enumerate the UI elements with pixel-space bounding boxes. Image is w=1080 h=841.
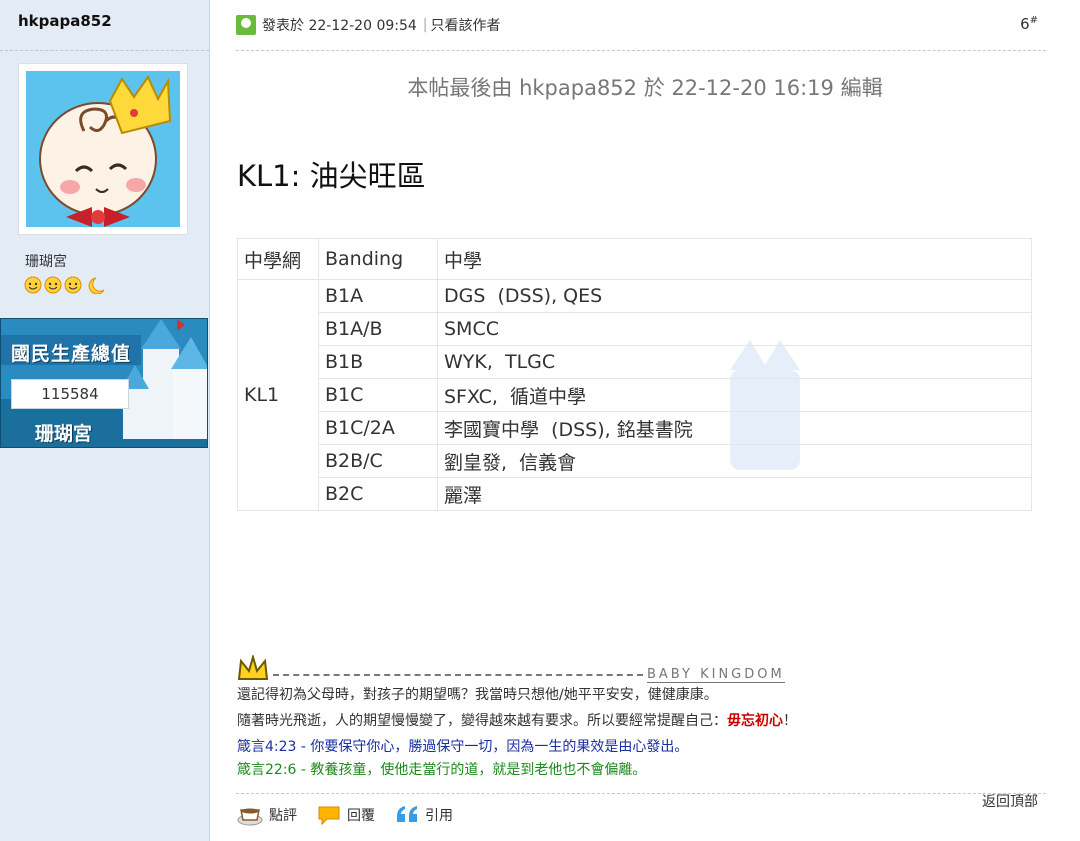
floor-number[interactable]: 6# <box>1020 15 1038 33</box>
table-header-cell: 中學網 <box>237 238 319 280</box>
post-head-divider <box>236 50 1046 51</box>
sun-icon <box>24 276 42 294</box>
back-to-top-link[interactable]: 返回頂部 <box>982 791 1038 811</box>
author-username[interactable]: hkpapa852 <box>18 12 112 30</box>
school-cell: WYK, TLGC <box>437 345 1032 379</box>
sidebar-divider <box>0 50 209 51</box>
post-title: KL1: 油尖旺區 <box>237 159 426 193</box>
medal-subtitle: 珊瑚宮 <box>35 423 93 445</box>
school-cell: SMCC <box>437 312 1032 346</box>
table-row: B1A/B SMCC <box>238 312 1032 346</box>
online-status-icon <box>236 15 256 35</box>
author-only-link[interactable]: 只看該作者 <box>431 15 501 35</box>
sun-icon <box>44 276 62 294</box>
post-content: 發表於 22-12-20 09:54 | 只看該作者 6# 本帖最後由 hkpa… <box>210 0 1080 841</box>
banding-table: 中學網 Banding 中學 KL1 B1A DGS (DSS), QES B1A/B… <box>237 238 1032 511</box>
quote-icon <box>397 806 417 822</box>
speech-bubble-icon <box>318 806 340 826</box>
crown-icon <box>237 655 269 680</box>
school-cell: 李國寶中學 (DSS), 銘基書院 <box>437 411 1032 445</box>
signature-text: 隨著時光飛逝，人的期望慢慢變了，變得越來越有要求。所以要經常提醒自己： <box>237 713 727 729</box>
table-row: KL1 B1A DGS (DSS), QES <box>237 279 1032 511</box>
floor-value: 6 <box>1020 15 1030 33</box>
school-cell: 麗澤 <box>437 477 1032 511</box>
banding-cell: B2B/C <box>318 444 438 478</box>
author-sidebar: hkpapa852 珊瑚宮 國民生產總值 115584 珊瑚宮 <box>0 0 210 841</box>
quote-label: 引用 <box>425 808 453 824</box>
edit-note: 本帖最後由 hkpapa852 於 22-12-20 16:19 編輯 <box>407 76 883 100</box>
table-row: B2C 麗澤 <box>238 477 1032 511</box>
reply-button[interactable]: 回覆 <box>317 804 375 826</box>
rate-label: 點評 <box>269 808 297 824</box>
signature-text: ！ <box>783 713 797 729</box>
signature-line: 隨著時光飛逝，人的期望慢慢變了，變得越來越有要求。所以要經常提醒自己：毋忘初心！ <box>237 710 797 730</box>
banding-cell: B1A <box>318 279 438 313</box>
moon-icon <box>88 277 105 295</box>
medal-badge[interactable]: 國民生產總值 115584 珊瑚宮 <box>0 318 208 448</box>
signature-divider: BABY KINGDOM <box>237 655 785 683</box>
rate-button[interactable]: 點評 <box>237 804 297 826</box>
medal-title: 國民生產總值 <box>11 343 132 365</box>
signature-brand: BABY KINGDOM <box>647 667 785 683</box>
post-meta: 發表於 22-12-20 09:54 | 只看該作者 <box>236 14 501 36</box>
avatar-image <box>26 71 180 227</box>
school-cell: 劉皇發, 信義會 <box>437 444 1032 478</box>
table-header-row: 中學網 Banding 中學 <box>237 238 1032 280</box>
school-cell: SFXC, 循道中學 <box>437 378 1032 412</box>
user-group: 珊瑚宮 <box>25 254 67 270</box>
signature-line: 還記得初為父母時，對孩子的期望嗎？我當時只想他/她平平安安，健健康康。 <box>237 687 718 703</box>
floor-suffix: # <box>1029 15 1038 26</box>
quote-button[interactable]: 引用 <box>395 804 453 826</box>
signature-dash <box>273 673 643 676</box>
signature-emphasis: 毋忘初心 <box>727 713 783 729</box>
banding-cell: B1A/B <box>318 312 438 346</box>
signature-verse: 箴言4:23 - 你要保守你心，勝過保守一切，因為一生的果效是由心發出。 <box>237 739 689 755</box>
coffee-cup-icon <box>237 808 263 826</box>
banding-cell: B1B <box>318 345 438 379</box>
school-cell: DGS (DSS), QES <box>437 279 1032 313</box>
reply-label: 回覆 <box>347 808 375 824</box>
meta-separator: | <box>422 17 428 33</box>
rank-icons <box>24 276 114 295</box>
network-cell: KL1 <box>237 279 319 511</box>
banding-cell: B1C <box>318 378 438 412</box>
table-row: B1B WYK, TLGC <box>238 345 1032 379</box>
banding-cell: B1C/2A <box>318 411 438 445</box>
signature-verse: 箴言22:6 - 教養孩童，使他走當行的道，就是到老他也不會偏離。 <box>237 762 647 778</box>
avatar[interactable] <box>18 63 188 235</box>
table-row: B1C SFXC, 循道中學 <box>238 378 1032 412</box>
post-foot-divider <box>236 793 1046 794</box>
table-header-cell: Banding <box>318 238 438 280</box>
post-actions: 點評 回覆 引用 <box>237 804 473 826</box>
baby-king-icon <box>39 74 172 227</box>
banding-cell: B2C <box>318 477 438 511</box>
table-row: B2B/C 劉皇發, 信義會 <box>238 444 1032 478</box>
sun-icon <box>64 276 82 294</box>
table-row: B1C/2A 李國寶中學 (DSS), 銘基書院 <box>238 411 1032 445</box>
medal-value: 115584 <box>11 379 129 409</box>
table-header-cell: 中學 <box>437 238 1032 280</box>
post-timestamp: 發表於 22-12-20 09:54 <box>262 18 417 34</box>
